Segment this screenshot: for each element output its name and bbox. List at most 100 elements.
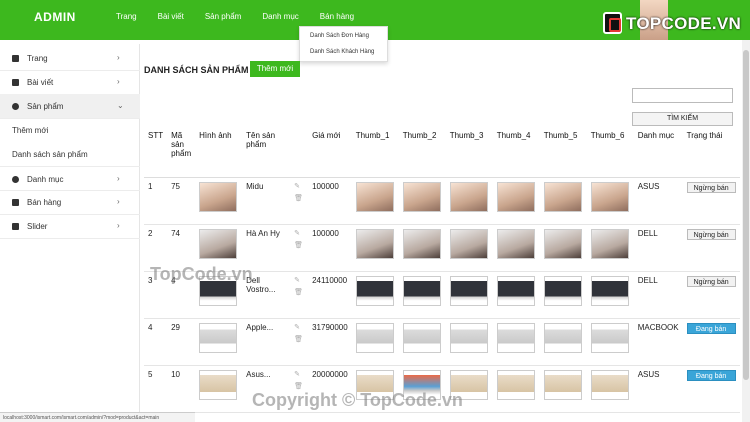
cell-price: 20000000 <box>308 365 352 413</box>
col-header: Trạng thái <box>686 131 723 140</box>
cell-actions: ✎ 🗑 <box>290 224 309 272</box>
cell-stt: 3 <box>144 271 168 319</box>
dropdown-item-customers[interactable]: Danh Sách Khách Hàng <box>310 49 374 55</box>
cell-name: Dell Vostro... <box>242 271 291 319</box>
brand-title[interactable]: ADMIN <box>34 10 76 24</box>
cell-price: 31790000 <box>308 318 352 366</box>
thumb-image <box>590 369 629 400</box>
cell-thumb <box>445 224 493 272</box>
cell-thumb <box>492 271 540 319</box>
search-input[interactable] <box>632 88 733 103</box>
sidebar-item-trang[interactable]: Trang › <box>0 46 140 71</box>
trash-icon[interactable]: 🗑 <box>294 194 304 202</box>
sidebar-item-bai-viet[interactable]: Bài viết › <box>0 70 140 95</box>
page-title: DANH SÁCH SẢN PHẨM <box>144 65 249 75</box>
add-new-button[interactable]: Thêm mới <box>250 61 300 77</box>
status-button[interactable]: Ngừng bán <box>686 275 736 287</box>
col-header <box>290 129 308 177</box>
cell-thumb <box>445 318 493 366</box>
cell-id: 75 <box>167 177 196 225</box>
cell-thumb <box>398 318 446 366</box>
trash-icon[interactable]: 🗑 <box>294 335 304 343</box>
topnav-ban-hang[interactable]: Bán hàng <box>320 12 354 21</box>
scrollbar[interactable] <box>742 40 750 422</box>
cell-status: Đang bán <box>682 318 740 366</box>
thumb-image <box>543 275 582 306</box>
thumb-image <box>590 322 629 353</box>
table-row: 1 75 Midu ✎ 🗑 100000 ASUS Ngừng bán <box>144 177 740 225</box>
cell-thumb <box>539 271 587 319</box>
cell-thumb <box>398 365 446 413</box>
trash-icon[interactable]: 🗑 <box>294 288 304 296</box>
sidebar-item-label: Slider <box>27 222 48 231</box>
cell-thumb <box>398 271 446 319</box>
dropdown-item-orders[interactable]: Danh Sách Đơn Hàng <box>310 33 369 39</box>
cell-thumb <box>586 318 634 366</box>
status-button[interactable]: Đang bán <box>686 369 736 381</box>
cell-category: MACBOOK <box>633 318 683 366</box>
ban-hang-dropdown: Danh Sách Đơn Hàng Danh Sách Khách Hàng <box>299 26 388 62</box>
thumb-image <box>449 228 488 259</box>
col-header: Hình ảnh <box>199 131 232 140</box>
thumb-image <box>590 181 629 212</box>
cell-image <box>195 224 243 272</box>
col-header: Mã sản phẩm <box>171 131 192 158</box>
cell-category: DELL <box>633 224 683 272</box>
scrollbar-thumb[interactable] <box>743 50 749 380</box>
cell-thumb <box>398 177 446 225</box>
status-button[interactable]: Ngừng bán <box>686 181 736 193</box>
sidebar-sub-danh-sach[interactable]: Danh sách sản phẩm <box>12 150 88 159</box>
search-button[interactable]: TÌM KIẾM <box>632 112 733 126</box>
cell-name: Asus... <box>242 365 291 413</box>
cell-image <box>195 318 243 366</box>
cell-actions: ✎ 🗑 <box>290 318 309 366</box>
sidebar-item-danh-muc[interactable]: Danh mục › <box>0 166 140 191</box>
pencil-icon[interactable]: ✎ <box>294 276 304 284</box>
cell-thumb <box>351 177 399 225</box>
status-button[interactable]: Đang bán <box>686 322 736 334</box>
product-table: STT Mã sản phẩm Hình ảnh Tên sản phẩm Gi… <box>144 129 740 413</box>
thumb-image <box>449 369 488 400</box>
thumb-image <box>496 369 535 400</box>
status-button[interactable]: Ngừng bán <box>686 228 736 240</box>
cell-thumb <box>586 271 634 319</box>
thumb-image <box>590 228 629 259</box>
topnav-bai-viet[interactable]: Bài viết <box>158 12 184 21</box>
pencil-icon[interactable]: ✎ <box>294 323 304 331</box>
trash-icon[interactable]: 🗑 <box>294 241 304 249</box>
cell-thumb <box>445 177 493 225</box>
cell-image <box>195 271 243 319</box>
thumb-image <box>402 275 441 306</box>
sidebar-sub-them-moi[interactable]: Thêm mới <box>12 126 48 135</box>
sidebar-item-slider[interactable]: Slider › <box>0 214 140 239</box>
cell-thumb <box>492 224 540 272</box>
thumb-image <box>402 322 441 353</box>
cell-thumb <box>539 318 587 366</box>
thumb-image <box>496 322 535 353</box>
sidebar-item-label: Bài viết <box>27 78 54 87</box>
col-header: Thumb_5 <box>543 131 578 140</box>
topnav-danh-muc[interactable]: Danh mục <box>262 12 298 21</box>
topnav-san-pham[interactable]: Sản phẩm <box>205 12 241 21</box>
cell-thumb <box>351 318 399 366</box>
sidebar-item-ban-hang[interactable]: Bán hàng › <box>0 190 140 215</box>
topnav-trang[interactable]: Trang <box>116 12 137 21</box>
trash-icon[interactable]: 🗑 <box>294 382 304 390</box>
cell-thumb <box>351 224 399 272</box>
pencil-icon[interactable]: ✎ <box>294 182 304 190</box>
pencil-icon[interactable]: ✎ <box>294 229 304 237</box>
sidebar: Trang › Bài viết › Sản phẩm ⌄ Thêm mới D… <box>0 44 140 412</box>
product-image <box>199 181 238 212</box>
thumb-image <box>449 181 488 212</box>
thumb-image <box>543 322 582 353</box>
thumb-image <box>402 369 441 400</box>
logo-icon <box>603 12 622 34</box>
product-image <box>199 228 238 259</box>
sidebar-item-label: Danh mục <box>27 175 64 184</box>
cell-thumb <box>445 365 493 413</box>
thumb-image <box>449 322 488 353</box>
product-icon <box>12 103 19 110</box>
sliders-icon <box>12 223 19 230</box>
sidebar-item-san-pham[interactable]: Sản phẩm ⌄ <box>0 94 140 119</box>
pencil-icon[interactable]: ✎ <box>294 370 304 378</box>
